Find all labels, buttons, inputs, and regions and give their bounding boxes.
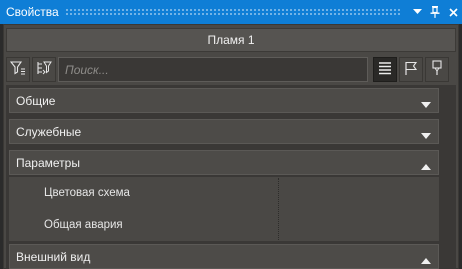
filter-reset-icon [36, 60, 52, 79]
section-label: Общие [16, 93, 56, 108]
marker-icon [431, 60, 443, 79]
section-label: Внешний вид [16, 249, 91, 264]
list-view-icon [378, 61, 392, 78]
section-parameters[interactable]: Параметры [9, 150, 439, 175]
pin-icon[interactable] [426, 0, 444, 24]
object-name-header: Пламя 1 [6, 28, 456, 52]
search-placeholder: Поиск... [65, 62, 109, 77]
titlebar-grip[interactable] [64, 8, 402, 16]
property-name: Общая авария [44, 219, 123, 231]
section-general[interactable]: Общие [9, 88, 439, 113]
property-grid: Общие Служебные Параметры Цветовая схема… [6, 85, 456, 269]
column-splitter[interactable] [278, 178, 280, 240]
window-titlebar: Свойства [0, 0, 462, 24]
properties-panel: Пламя 1 Поиск... Общие Служебные Парамет… [3, 24, 459, 269]
section-service[interactable]: Служебные [9, 119, 439, 144]
vertical-scrollbar[interactable] [443, 85, 455, 269]
object-name: Пламя 1 [207, 33, 255, 47]
expand-arrow-icon[interactable] [421, 97, 431, 111]
flag-icon [404, 61, 418, 79]
marker-button[interactable] [425, 57, 449, 82]
window-title: Свойства [6, 5, 59, 19]
search-input[interactable]: Поиск... [58, 57, 368, 82]
chevron-down-icon[interactable] [408, 0, 426, 24]
section-appearance[interactable]: Внешний вид [9, 244, 439, 269]
filter-button[interactable] [6, 57, 30, 82]
collapse-arrow-icon[interactable] [421, 253, 431, 267]
property-row-color-scheme[interactable]: Цветовая схема [9, 177, 439, 209]
flag-button[interactable] [399, 57, 423, 82]
expand-arrow-icon[interactable] [421, 128, 431, 142]
properties-toolbar: Поиск... [6, 56, 456, 83]
filter-icon [9, 60, 26, 79]
property-name: Цветовая схема [44, 187, 130, 199]
section-label: Параметры [16, 155, 80, 170]
property-row-general-alarm[interactable]: Общая авария [9, 209, 439, 241]
filter-reset-button[interactable] [32, 57, 56, 82]
collapse-arrow-icon[interactable] [421, 159, 431, 173]
section-label: Служебные [16, 124, 82, 139]
close-icon[interactable] [444, 0, 462, 24]
list-view-button[interactable] [373, 57, 397, 82]
